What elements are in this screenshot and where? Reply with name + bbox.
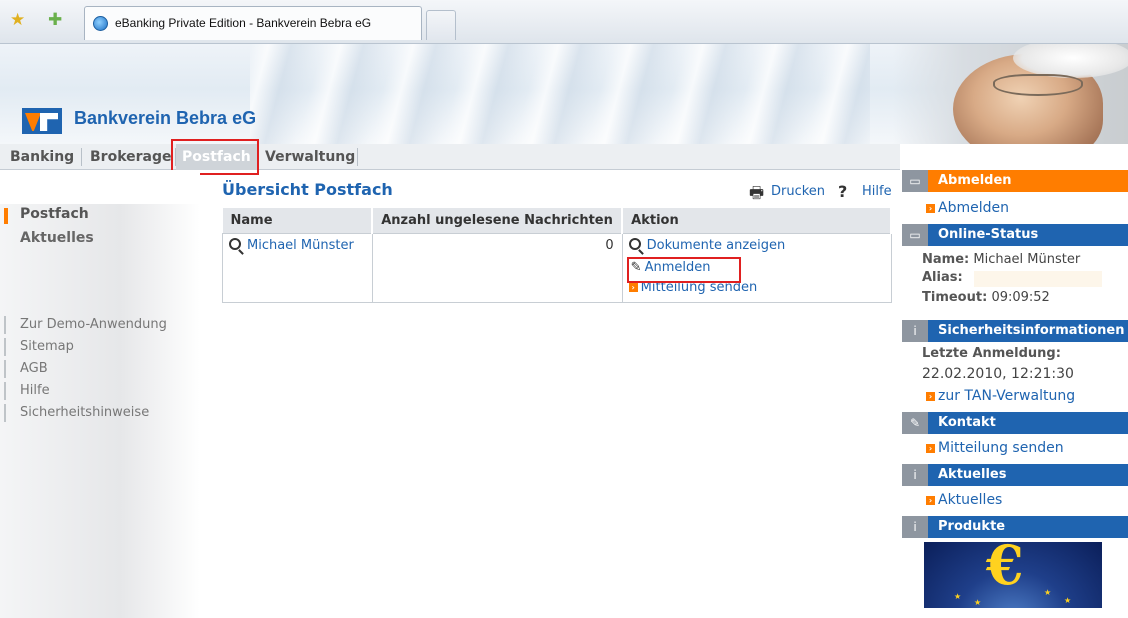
link-sitemap[interactable]: Sitemap (20, 339, 74, 354)
link-agb[interactable]: AGB (20, 361, 48, 376)
header-banner: Bankverein Bebra eG (0, 44, 1128, 144)
logout-link[interactable]: Abmelden (938, 200, 1009, 216)
column-header-name: Name (222, 208, 374, 233)
arrow-icon: › (926, 444, 935, 453)
products-banner[interactable]: € ★ ★ ★ ★ (924, 542, 1102, 608)
table-row: Michael Münster 0 Dokumente anzeigen ✎ An… (222, 232, 892, 303)
arrow-icon: › (628, 282, 638, 292)
column-header-action: Aktion (622, 208, 892, 233)
timeout-value: 09:09:52 (991, 290, 1050, 305)
arrow-icon: › (926, 204, 935, 213)
left-sidebar: Postfach Aktuelles Zur Demo-Anwendung Si… (0, 170, 200, 618)
bank-name: Bankverein Bebra eG (74, 108, 257, 128)
action-send-message[interactable]: Mitteilung senden (641, 280, 758, 295)
info-icon: i (902, 320, 928, 342)
pencil-icon: ✎ (902, 412, 928, 434)
inbox-table: Name Anzahl ungelesene Nachrichten Aktio… (222, 208, 892, 303)
tan-link[interactable]: zur TAN-Verwaltung (938, 388, 1075, 404)
name-label: Name: (922, 252, 970, 267)
timeout-label: Timeout: (922, 290, 988, 305)
euro-icon: € (986, 542, 1024, 597)
info-icon: i (902, 464, 928, 486)
last-login-value: 22.02.2010, 12:21:30 (922, 366, 1074, 382)
name-link[interactable]: Michael Münster (247, 238, 354, 253)
name-cell: Michael Münster (222, 232, 373, 303)
nav-banking[interactable]: Banking (10, 144, 74, 170)
contact-header: ✎ Kontakt (902, 412, 1128, 434)
action-login[interactable]: Anmelden (645, 260, 711, 275)
magnifier-icon[interactable] (628, 237, 641, 250)
logout-box-title: Abmelden (928, 170, 1128, 192)
left-nav-aktuelles[interactable]: Aktuelles (20, 230, 94, 246)
security-title: Sicherheitsinformationen (928, 320, 1128, 342)
last-login-label: Letzte Anmeldung: (922, 346, 1061, 361)
action-show-documents[interactable]: Dokumente anzeigen (647, 238, 786, 253)
products-header: i Produkte (902, 516, 1128, 538)
link-hilfe[interactable]: Hilfe (20, 383, 50, 398)
printer-icon[interactable]: 🖶 (749, 182, 764, 209)
browser-tab[interactable]: eBanking Private Edition - Bankverein Be… (84, 6, 422, 40)
news-header: i Aktuelles (902, 464, 1128, 486)
banner-decoration (250, 44, 870, 144)
nav-brokerage[interactable]: Brokerage (90, 144, 172, 170)
alias-value (974, 271, 1102, 287)
pencil-icon: ✎ (630, 259, 642, 275)
logout-box-header: ▭ Abmelden (902, 170, 1128, 192)
contact-title: Kontakt (928, 412, 1128, 434)
news-link[interactable]: Aktuelles (938, 492, 1002, 508)
right-sidebar: ▭ Abmelden › Abmelden ▭ Online-Status Nam… (902, 170, 1128, 618)
help-link[interactable]: Hilfe (862, 184, 892, 199)
nav-verwaltung[interactable]: Verwaltung (265, 144, 355, 170)
page-title: Übersicht Postfach (222, 180, 393, 199)
magnifier-icon[interactable] (229, 237, 241, 250)
help-icon[interactable]: ? (838, 182, 847, 201)
unread-count: 0 (371, 232, 623, 303)
link-sicherheitshinweise[interactable]: Sicherheitshinweise (20, 405, 149, 420)
online-status-header: ▭ Online-Status (902, 224, 1128, 246)
nav-postfach[interactable]: Postfach (176, 144, 257, 170)
contact-link[interactable]: Mitteilung senden (938, 440, 1064, 456)
alias-label: Alias: (922, 270, 963, 285)
new-tab-button[interactable] (426, 10, 456, 40)
left-nav-postfach[interactable]: Postfach (20, 206, 89, 222)
favorites-star-icon[interactable]: ★ (10, 12, 25, 29)
print-link[interactable]: Drucken (771, 184, 825, 199)
action-cell: Dokumente anzeigen ✎ Anmelden › Mitteilung… (621, 232, 892, 303)
monitor-icon: ▭ (902, 170, 928, 192)
column-header-unread: Anzahl ungelesene Nachrichten (372, 208, 624, 233)
online-status-title: Online-Status (928, 224, 1128, 246)
bank-logo-icon[interactable] (22, 108, 62, 134)
add-favorite-icon[interactable]: ✚ (48, 12, 62, 29)
arrow-icon: › (926, 496, 935, 505)
arrow-icon: › (926, 392, 935, 401)
browser-tab-bar: ★ ✚ eBanking Private Edition - Bankverei… (0, 0, 1128, 44)
news-title: Aktuelles (928, 464, 1128, 486)
header-photo (893, 44, 1128, 144)
main-nav: Banking Brokerage Postfach Verwaltung (0, 144, 900, 170)
products-title: Produkte (928, 516, 1128, 538)
security-header: i Sicherheitsinformationen (902, 320, 1128, 342)
info-icon: i (902, 516, 928, 538)
name-value: Michael Münster (973, 252, 1081, 267)
link-demo[interactable]: Zur Demo-Anwendung (20, 317, 167, 332)
ie-icon (93, 16, 108, 31)
browser-tab-title: eBanking Private Edition - Bankverein Be… (115, 16, 372, 30)
monitor-icon: ▭ (902, 224, 928, 246)
